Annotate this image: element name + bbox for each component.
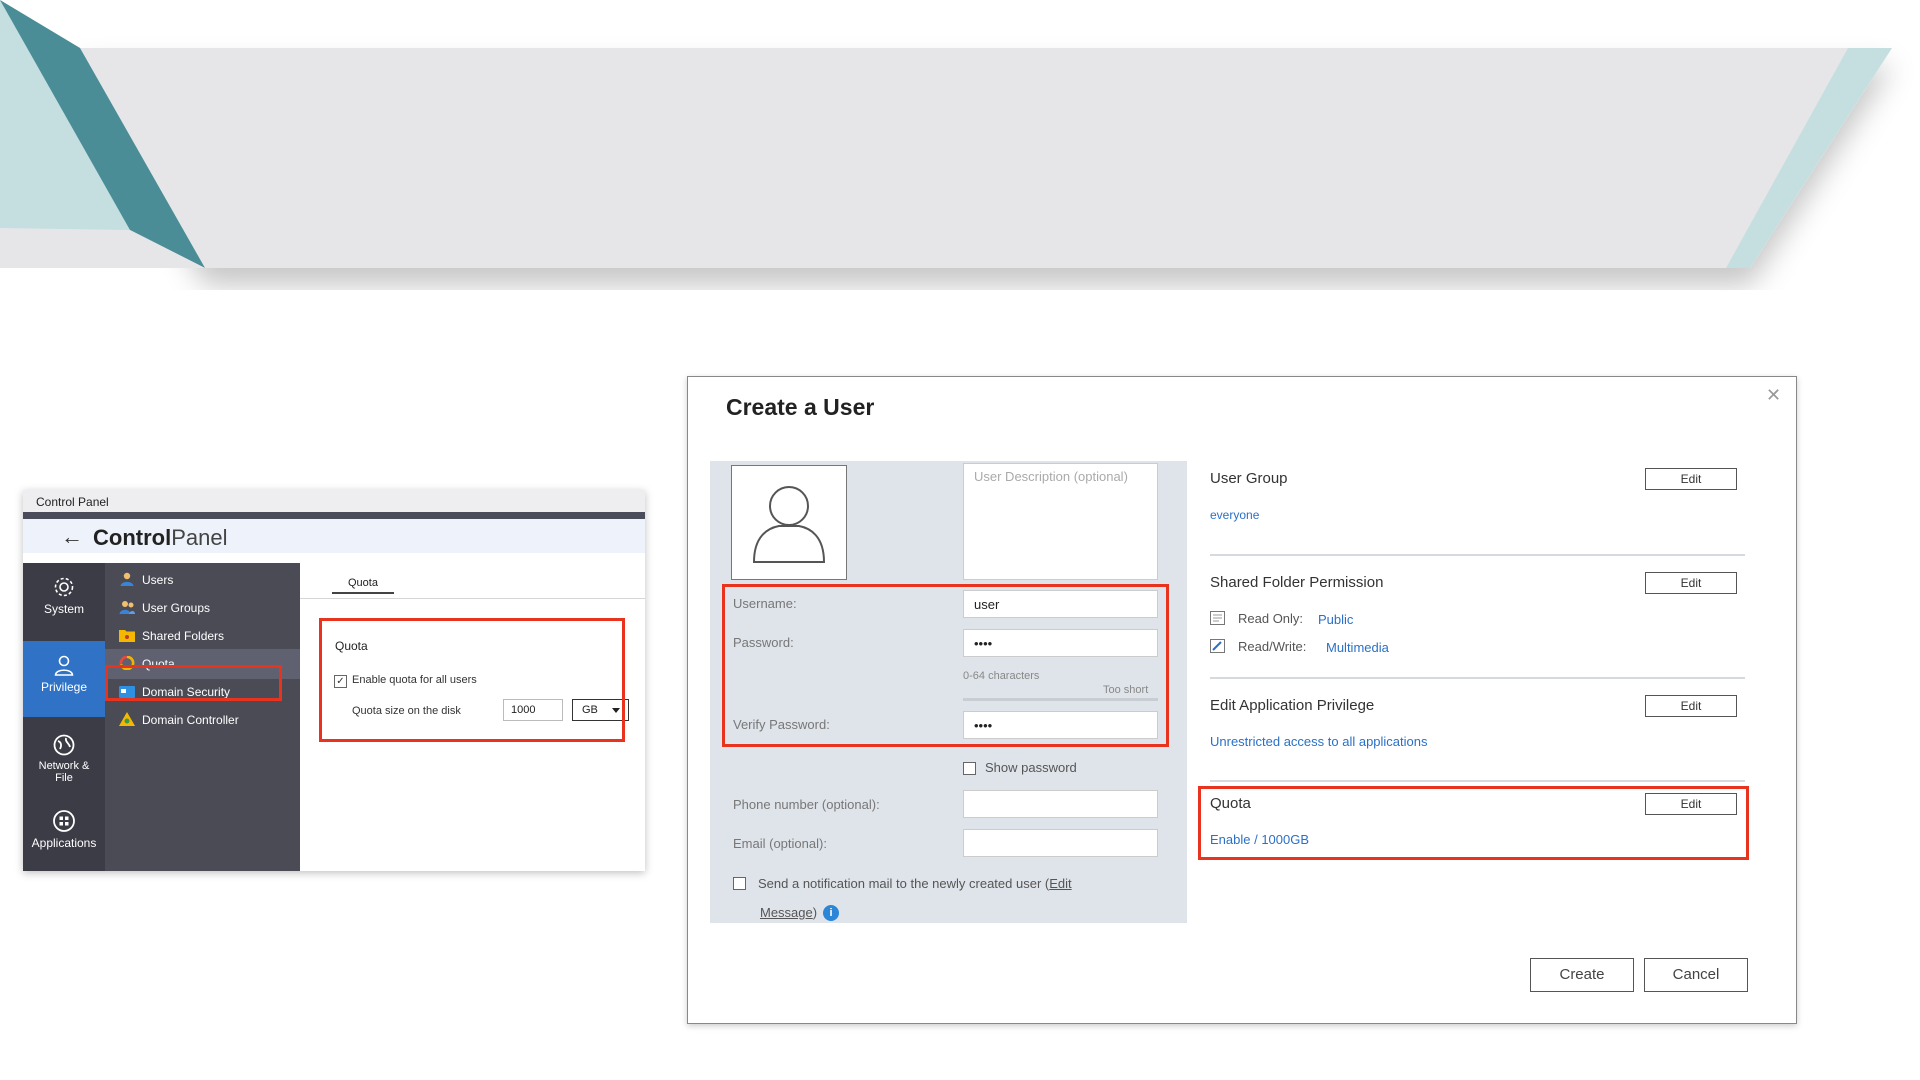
- rail-item-network-file[interactable]: Network & File: [23, 721, 105, 801]
- rail-label-system: System: [43, 602, 84, 616]
- edit-message-link[interactable]: Edit: [1049, 876, 1071, 891]
- user-group-edit-button[interactable]: Edit: [1645, 468, 1737, 490]
- app-title-light: Panel: [171, 525, 228, 550]
- window-titlebar: Control Panel: [23, 490, 645, 512]
- menu-label-user-groups: User Groups: [142, 601, 211, 615]
- email-label: Email (optional):: [733, 836, 827, 851]
- highlight-quota-menu: [105, 665, 282, 701]
- window-title: Control Panel: [36, 495, 109, 509]
- read-write-label: Read/Write:: [1238, 639, 1307, 654]
- menu-item-shared-folders[interactable]: Shared Folders: [105, 621, 300, 651]
- decorative-banner: [0, 0, 1892, 268]
- highlight-credentials: [722, 584, 1169, 747]
- cancel-button[interactable]: Cancel: [1644, 958, 1748, 992]
- create-user-dialog: Create a User ✕ User Description (option…: [687, 376, 1797, 1024]
- notify-checkbox[interactable]: [733, 877, 746, 890]
- user-group-value[interactable]: everyone: [1210, 508, 1259, 522]
- arrow-left-icon[interactable]: ←: [61, 524, 83, 550]
- control-panel-window: Control Panel ← ControlPanel System Priv…: [23, 490, 645, 871]
- category-rail: System Privilege Network & File Applicat…: [23, 563, 105, 871]
- tab-divider: [300, 598, 645, 599]
- notify-text: Send a notification mail to the newly cr…: [758, 876, 1050, 891]
- close-icon[interactable]: ✕: [1766, 385, 1781, 406]
- read-only-label: Read Only:: [1238, 611, 1304, 626]
- domain-controller-icon: [119, 712, 135, 726]
- section-divider: [1210, 677, 1745, 679]
- banner-panel: [80, 48, 1892, 268]
- highlight-quota-settings: [319, 618, 625, 742]
- privilege-menu: Users User Groups Shared Folders Quota D…: [105, 563, 300, 871]
- user-details-panel: User Description (optional) Username: us…: [710, 461, 1187, 923]
- menu-item-users[interactable]: Users: [105, 565, 300, 595]
- section-divider: [1210, 780, 1745, 782]
- rail-item-applications[interactable]: Applications: [23, 801, 105, 867]
- app-privilege-edit-button[interactable]: Edit: [1645, 695, 1737, 717]
- phone-label: Phone number (optional):: [733, 797, 880, 812]
- users-icon: [120, 572, 134, 586]
- menu-item-domain-controller[interactable]: Domain Controller: [105, 705, 300, 735]
- tab-quota[interactable]: Quota: [332, 575, 394, 594]
- read-only-value[interactable]: Public: [1318, 612, 1353, 627]
- menu-label-shared-folders: Shared Folders: [142, 629, 225, 643]
- edit-message-link-2[interactable]: Message: [760, 905, 813, 920]
- user-group-title: User Group: [1210, 470, 1288, 487]
- shared-folder-icon: [119, 630, 135, 642]
- app-title: ControlPanel: [93, 525, 227, 551]
- create-button[interactable]: Create: [1530, 958, 1634, 992]
- app-privilege-title: Edit Application Privilege: [1210, 697, 1375, 714]
- email-input[interactable]: [963, 829, 1158, 857]
- menu-item-user-groups[interactable]: User Groups: [105, 593, 300, 623]
- user-description-input[interactable]: User Description (optional): [963, 463, 1158, 580]
- section-divider: [1210, 554, 1745, 556]
- rail-label-network-file: Network & File: [38, 760, 90, 784]
- titlebar-strip: [23, 512, 645, 519]
- menu-label-users: Users: [142, 573, 174, 587]
- apps-grid-icon: [53, 810, 75, 832]
- notify-label-line2: Message): [760, 905, 817, 920]
- rail-label-applications: Applications: [31, 836, 97, 850]
- avatar[interactable]: [731, 465, 847, 580]
- show-password-checkbox[interactable]: [963, 762, 976, 775]
- rail-item-system[interactable]: System: [23, 563, 105, 639]
- notify-close-paren: ): [812, 905, 818, 920]
- dialog-title: Create a User: [726, 394, 875, 420]
- shared-folder-title: Shared Folder Permission: [1210, 574, 1384, 591]
- rail-item-privilege[interactable]: Privilege: [23, 641, 105, 717]
- globe-icon: [53, 734, 75, 756]
- notify-label: Send a notification mail to the newly cr…: [758, 876, 1072, 891]
- app-privilege-value[interactable]: Unrestricted access to all applications: [1210, 734, 1428, 749]
- read-write-icon: [1210, 639, 1225, 653]
- menu-label-domain-controller: Domain Controller: [142, 713, 239, 727]
- read-write-value[interactable]: Multimedia: [1326, 640, 1389, 655]
- app-header: ← ControlPanel: [23, 519, 645, 553]
- user-icon: [54, 655, 74, 676]
- app-title-bold: Control: [93, 525, 172, 550]
- highlight-quota: [1198, 786, 1749, 860]
- user-groups-icon: [119, 601, 135, 614]
- info-icon[interactable]: i: [823, 905, 839, 921]
- rail-label-privilege: Privilege: [40, 680, 88, 694]
- gear-icon: [54, 577, 74, 597]
- phone-input[interactable]: [963, 790, 1158, 818]
- read-only-icon: [1210, 611, 1225, 625]
- shared-folder-edit-button[interactable]: Edit: [1645, 572, 1737, 594]
- user-silhouette-icon: [752, 486, 826, 563]
- show-password-label: Show password: [985, 760, 1077, 775]
